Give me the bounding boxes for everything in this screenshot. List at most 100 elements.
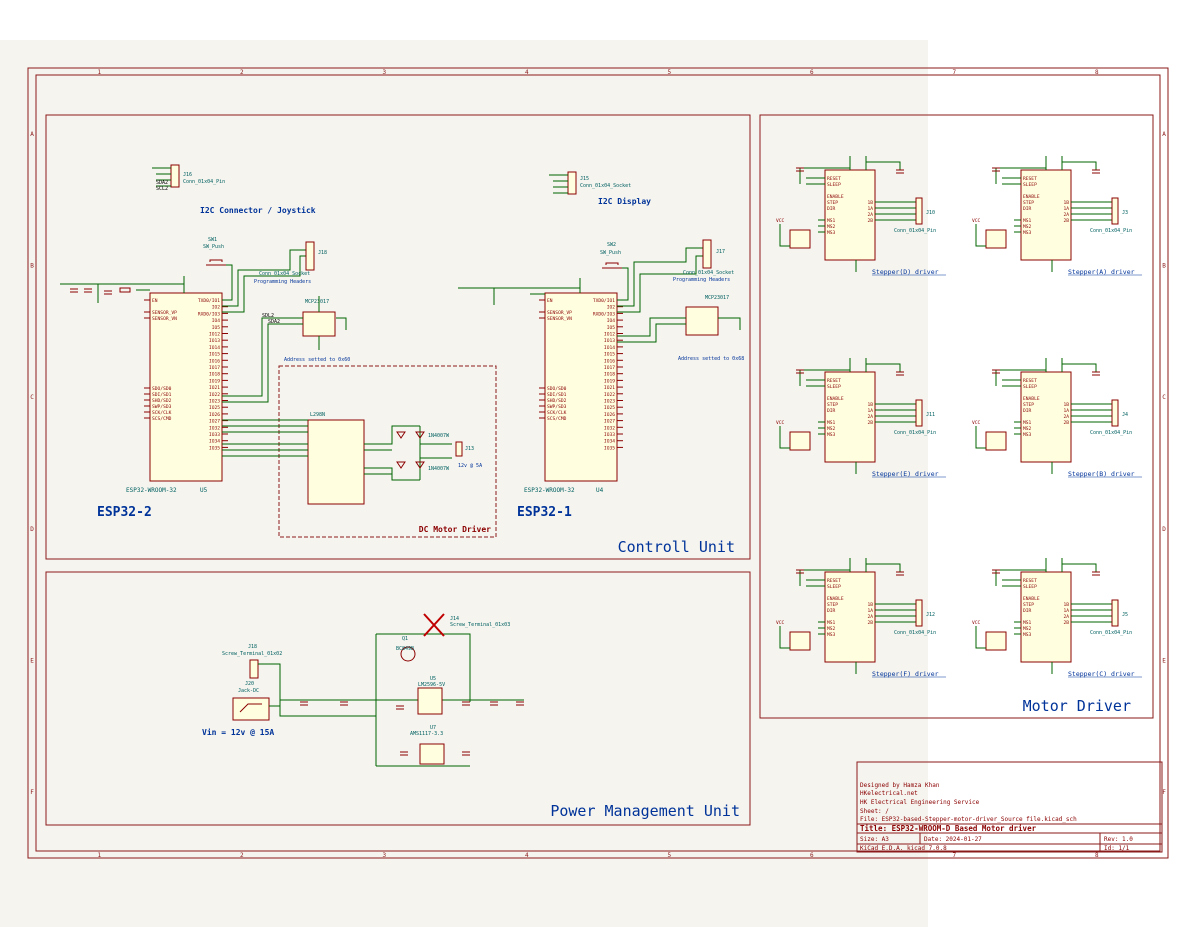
- esp-pin-label: IO16: [604, 358, 615, 364]
- stepper-pin-label: STEP: [827, 602, 838, 608]
- dc-jack-value: Jack-DC: [238, 688, 259, 694]
- ruler-row-label: A: [1162, 131, 1166, 138]
- esp32-2-sw1: [206, 259, 226, 266]
- lm2596-body: [417, 687, 443, 715]
- stepper-pin-label: MS3: [827, 432, 836, 438]
- esp32-2-decoupling: [70, 287, 131, 295]
- svg-text:J16: J16: [183, 172, 192, 178]
- esp-pin-label: IO34: [209, 439, 220, 445]
- tb-service: HK Electrical Engineering Service: [860, 799, 980, 806]
- stepper-pin-label: 2B: [867, 620, 873, 626]
- svg-text:SW_Push: SW_Push: [600, 250, 621, 256]
- esp-pin-label: IO14: [604, 345, 615, 351]
- ruler-col-label: 3: [382, 852, 386, 859]
- svg-text:1N4007W: 1N4007W: [428, 466, 450, 472]
- stepper-vcc-wire: [975, 426, 986, 449]
- stepper-output-connector: [915, 599, 923, 627]
- svg-text:J17: J17: [716, 249, 725, 255]
- stepper-ms-jumper: [985, 229, 1007, 249]
- scl2-label: SDA2: [268, 319, 280, 325]
- svg-text:1N4007W: 1N4007W: [428, 433, 450, 439]
- esp-pin-label: IO15: [604, 352, 615, 358]
- stepper-pin-label: MS2: [827, 626, 836, 632]
- stepper-pin-label: STEP: [1023, 200, 1034, 206]
- i2c-joystick-connector: J16 Conn_01x04_Pin SDA2 SCL2 I2C Connect…: [152, 164, 316, 215]
- screw-terminal-value: Screw_Terminal_01x02: [222, 651, 282, 657]
- j18-ref: J18: [318, 250, 327, 256]
- stepper-pin-label: STEP: [827, 200, 838, 206]
- stepper-pin-label: 1B: [867, 402, 873, 408]
- esp-pin-label: IO2: [607, 305, 616, 311]
- esp-pin-label: IO13: [604, 338, 615, 344]
- ruler-row-label: C: [30, 394, 34, 401]
- esp32-2-ref: U5: [200, 487, 208, 494]
- esp-pin-label: IO16: [209, 358, 220, 364]
- esp-pin-label: SENSOR_VN: [547, 316, 572, 322]
- stepper-pin-label: 1A: [1063, 206, 1069, 212]
- stepper-conn-ref: J10: [926, 210, 935, 216]
- stepper-vcc-wire: [779, 426, 790, 449]
- esp32-1-sw2: [602, 262, 622, 269]
- ruler-row-label: B: [30, 263, 34, 270]
- stepper-pin-label: 1B: [867, 602, 873, 608]
- esp-pin-label: SWP/SD3: [152, 404, 172, 410]
- stepper-pin-label: STEP: [827, 402, 838, 408]
- svg-text:Q1: Q1: [402, 636, 408, 642]
- stepper-pin-label: 1A: [867, 408, 873, 414]
- esp-pin-label: IO14: [209, 345, 220, 351]
- esp-pin-label: IO12: [604, 332, 615, 338]
- stepper-pin-label: SLEEP: [827, 384, 841, 390]
- stepper-conn-value: Conn_01x04_Pin: [1090, 430, 1132, 436]
- stepper-conn-value: Conn_01x04_Pin: [894, 630, 936, 636]
- stepper-vcc-wire: [975, 224, 986, 247]
- ruler-col-label: 3: [382, 69, 386, 76]
- tb-file: File: ESP32-based-Stepper-motor-driver_S…: [860, 816, 1077, 823]
- esp-pin-label: SDI/SD1: [547, 392, 567, 398]
- esp-pin-label: IO26: [209, 412, 220, 418]
- stepper-pin-label: RESET: [1023, 378, 1037, 384]
- stepper-driver-grid: RESETSLEEPENABLESTEPDIRMS1MS2MS31B1A2A2B…: [776, 156, 1142, 678]
- esp-pin-label: IO32: [209, 425, 220, 431]
- dc-motor-driver-title: DC Motor Driver: [419, 524, 491, 534]
- stepper-ms-jumper: [789, 431, 811, 451]
- stepper-vcc-wire: [779, 224, 790, 247]
- stepper-output-connector: [1111, 197, 1119, 225]
- esp-pin-label: IO5: [607, 325, 616, 331]
- l298n-part: L298N: [310, 412, 325, 418]
- esp-pin-label: IO23: [604, 399, 615, 405]
- esp-pin-label: RXD0/IO3: [198, 311, 220, 317]
- esp-pin-label: SHD/SD2: [547, 398, 567, 404]
- esp-pin-label: IO18: [604, 372, 615, 378]
- esp-pin-label: RXD0/IO3: [593, 311, 615, 317]
- ruler-col-label: 8: [1095, 69, 1099, 76]
- stepper-pin-label: MS1: [827, 218, 836, 224]
- esp32-1-ref: U4: [596, 487, 604, 494]
- ruler-col-label: 2: [240, 69, 244, 76]
- esp-pin-label: IO15: [209, 352, 220, 358]
- esp-pin-label: IO33: [209, 432, 220, 438]
- stepper-pin-label: SLEEP: [827, 182, 841, 188]
- mcp-right-note: Address setted to 0x68: [678, 356, 744, 362]
- stepper-pin-label: 2B: [1063, 420, 1069, 426]
- svg-text:Screw_Terminal_01x03: Screw_Terminal_01x03: [450, 622, 510, 628]
- title-block: Designed by Hamza Khan HKelectrical.net …: [856, 761, 1163, 853]
- mcp-left-body: [302, 311, 336, 337]
- stepper-ms-jumper: [985, 631, 1007, 651]
- power-capacitors: [300, 701, 524, 756]
- esp-pin-label: IO22: [604, 392, 615, 398]
- power-unit-title: Power Management Unit: [550, 802, 740, 820]
- stepper-vcc-label: VCC: [776, 420, 785, 426]
- stepper-pin-label: 1A: [867, 608, 873, 614]
- ruler-col-label: 2: [240, 852, 244, 859]
- screw-terminal-j18: [249, 659, 259, 679]
- stepper-pin-label: MS2: [1023, 224, 1032, 230]
- stepper-pin-label: MS1: [1023, 620, 1032, 626]
- esp-pin-label: IO25: [209, 405, 220, 411]
- stepper-pin-label: RESET: [827, 578, 841, 584]
- stepper-vcc-label: VCC: [972, 420, 981, 426]
- stepper-pin-label: SLEEP: [1023, 584, 1037, 590]
- esp32-1-i2c-wires: [617, 317, 741, 343]
- stepper-output-connector: [915, 399, 923, 427]
- esp-pin-label: IO12: [209, 332, 220, 338]
- stepper-conn-ref: J11: [926, 412, 935, 418]
